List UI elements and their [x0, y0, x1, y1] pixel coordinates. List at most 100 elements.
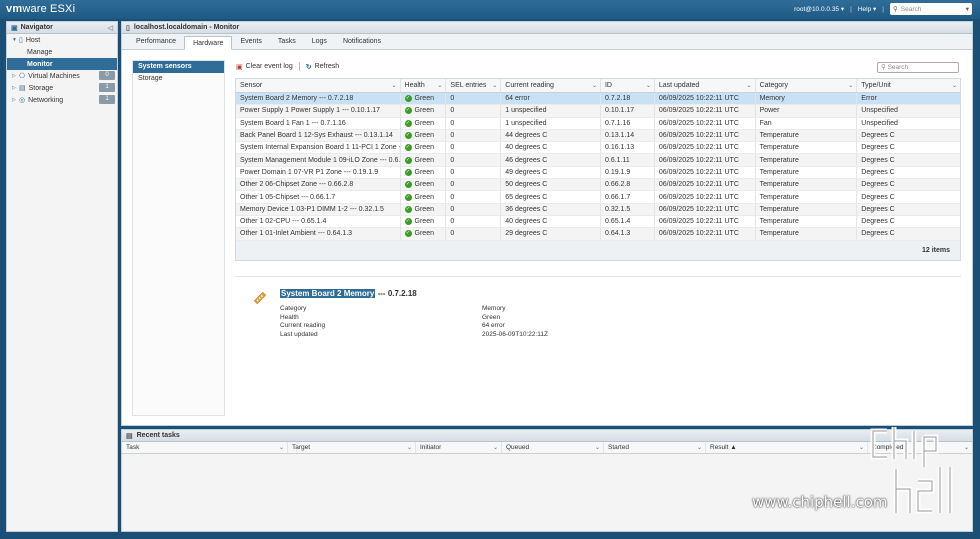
menu-system-sensors[interactable]: System sensors	[133, 61, 224, 73]
collapse-icon[interactable]: ◁	[108, 24, 113, 32]
expand-icon[interactable]: ▷	[12, 85, 19, 91]
tasks-column-header[interactable]: Target ⌄	[288, 442, 416, 453]
chevron-down-icon[interactable]: ⌄	[437, 82, 442, 89]
detail-key: Last updated	[280, 330, 318, 338]
check-circle-icon: ✓	[404, 205, 412, 213]
chevron-down-icon[interactable]: ⌄	[848, 82, 853, 89]
chevron-down-icon[interactable]: ⌄	[747, 82, 752, 89]
table-row[interactable]: Power Supply 1 Power Supply 1 --- 0.10.1…	[236, 105, 960, 118]
table-cell: Temperature	[756, 179, 858, 191]
table-row[interactable]: Other 2 06-Chipset Zone --- 0.66.2.8 ✓ Gre…	[236, 179, 960, 192]
chevron-down-icon[interactable]: ⌄	[279, 444, 284, 451]
nav-manage[interactable]: Manage	[7, 46, 117, 58]
table-cell: Unspecified	[861, 107, 898, 115]
column-header[interactable]: Health ⌄	[401, 79, 447, 92]
column-header[interactable]: Type/Unit ⌄	[857, 79, 960, 92]
menu-storage[interactable]: Storage	[133, 73, 224, 85]
tasks-column-header[interactable]: Task ⌄	[122, 442, 288, 453]
nav-host[interactable]: ▼ ▯ Host	[7, 34, 117, 46]
table-cell: 0.6.1.11	[601, 154, 655, 166]
table-cell: Degrees C	[861, 168, 895, 176]
chevron-down-icon[interactable]: ⌄	[493, 444, 498, 451]
table-row[interactable]: Other 1 01-Inlet Ambient --- 0.64.1.3 ✓ Gr…	[236, 228, 960, 241]
table-cell: 06/09/2025 10:22:11 UTC	[655, 105, 756, 117]
table-cell: Degrees C	[861, 144, 895, 152]
table-cell: ✓ Green	[401, 93, 447, 105]
table-cell: Memory Device 1 03-P1 DIMM 1-2 --- 0.32.…	[236, 203, 401, 215]
column-header[interactable]: Category ⌄	[756, 79, 858, 92]
network-icon: ◎	[19, 97, 26, 104]
nav-virtual-machines[interactable]: ▷ ⎔ Virtual Machines 0	[7, 70, 117, 82]
expand-icon[interactable]: ▼	[12, 37, 19, 43]
table-row[interactable]: System Management Module 1 09-iLO Zone -…	[236, 154, 960, 167]
table-cell: 29 degrees C	[501, 228, 601, 240]
grid-search-input[interactable]: ⚲ Search	[877, 62, 959, 73]
tab-logs[interactable]: Logs	[304, 35, 335, 49]
table-row[interactable]: System Board 2 Memory --- 0.7.2.18 ✓ Green…	[236, 93, 960, 106]
tab-hardware[interactable]: Hardware	[184, 36, 233, 50]
tasks-column-header[interactable]: Initiator ⌄	[416, 442, 502, 453]
table-row[interactable]: Memory Device 1 03-P1 DIMM 1-2 --- 0.32.…	[236, 203, 960, 216]
panel-header: ▯ localhost.localdomain - Monitor	[122, 22, 972, 34]
table-cell: 46 degrees C	[501, 154, 601, 166]
tab-notifications[interactable]: Notifications	[335, 35, 389, 49]
chevron-down-icon[interactable]: ⌄	[697, 444, 702, 451]
user-menu[interactable]: root@10.0.0.35 ▾	[794, 5, 844, 13]
table-cell: ✓ Green	[401, 228, 447, 240]
refresh-button[interactable]: ↻ Refresh	[306, 63, 339, 71]
help-menu[interactable]: Help ▾	[858, 5, 876, 13]
tab-performance[interactable]: Performance	[128, 35, 184, 49]
tasks-column-header[interactable]: Started ⌄	[604, 442, 706, 453]
table-row[interactable]: Power Domain 1 07-VR P1 Zone --- 0.19.1.…	[236, 166, 960, 180]
check-circle-icon: ✓	[404, 168, 412, 176]
chevron-down-icon[interactable]: ⌄	[646, 82, 651, 89]
table-cell: 06/09/2025 10:22:11 UTC	[655, 228, 756, 240]
nav-networking[interactable]: ▷ ◎ Networking 1	[7, 94, 117, 106]
table-cell: 0.7.1.16	[601, 117, 655, 129]
table-cell: 64 error	[501, 93, 601, 105]
table-cell: 06/09/2025 10:22:11 UTC	[655, 117, 756, 129]
chevron-down-icon[interactable]: ⌄	[952, 82, 957, 89]
table-cell: 49 degrees C	[501, 166, 601, 179]
expand-icon[interactable]: ▷	[12, 97, 19, 103]
table-cell: Degrees C	[861, 230, 895, 238]
table-cell: 06/09/2025 10:22:11 UTC	[655, 215, 756, 228]
table-cell: Temperature	[756, 142, 858, 154]
table-cell: Unspecified	[861, 119, 898, 127]
column-header[interactable]: ID ⌄	[601, 79, 655, 92]
table-cell: Power Domain 1 07-VR P1 Zone --- 0.19.1.…	[236, 166, 401, 179]
chevron-down-icon[interactable]: ⌄	[407, 444, 412, 451]
expand-icon[interactable]: ▷	[12, 73, 19, 79]
table-cell: Temperature	[756, 203, 858, 215]
table-row[interactable]: Back Panel Board 1 12-Sys Exhaust --- 0.…	[236, 129, 960, 143]
search-icon: ⚲	[893, 6, 898, 13]
table-row[interactable]: System Board 1 Fan 1 --- 0.7.1.16 ✓ Green 0…	[236, 117, 960, 130]
column-header[interactable]: Last updated ⌄	[655, 79, 756, 92]
column-header[interactable]: Current reading ⌄	[501, 79, 601, 92]
table-cell: 0.10.1.17	[601, 105, 655, 117]
column-header[interactable]: Sensor ⌄	[236, 79, 401, 92]
tab-bar: Performance Hardware Events Tasks Logs N…	[122, 34, 972, 50]
table-cell: 0	[446, 154, 502, 166]
tab-tasks[interactable]: Tasks	[270, 35, 304, 49]
table-row[interactable]: Other 1 02-CPU --- 0.65.1.4 ✓ Green 0 40 deg…	[236, 215, 960, 229]
table-cell: 0	[446, 215, 502, 228]
tasks-column-header[interactable]: Queued ⌄	[502, 442, 604, 453]
nav-monitor[interactable]: Monitor	[7, 58, 117, 70]
table-cell: 06/09/2025 10:22:11 UTC	[655, 142, 756, 154]
chevron-down-icon[interactable]: ⌄	[492, 82, 497, 89]
vm-icon: ⎔	[19, 73, 26, 80]
clear-event-log-button[interactable]: ▣ Clear event log	[236, 63, 293, 71]
global-search-input[interactable]: ⚲ Search ▾	[890, 3, 972, 15]
chevron-down-icon[interactable]: ⌄	[592, 82, 597, 89]
table-cell: 0	[446, 179, 502, 191]
chevron-down-icon[interactable]: ⌄	[392, 82, 397, 89]
nav-storage[interactable]: ▷ ▤ Storage 1	[7, 82, 117, 94]
tab-events[interactable]: Events	[232, 35, 269, 49]
table-row[interactable]: Other 1 05-Chipset --- 0.66.1.7 ✓ Green 0 65…	[236, 191, 960, 204]
chevron-down-icon[interactable]: ⌄	[595, 444, 600, 451]
check-circle-icon: ✓	[404, 144, 412, 152]
column-header[interactable]: SEL entries ⌄	[446, 79, 502, 92]
table-row[interactable]: System Internal Expansion Board 1 11-PCI…	[236, 142, 960, 155]
host-icon: ▯	[19, 37, 23, 44]
